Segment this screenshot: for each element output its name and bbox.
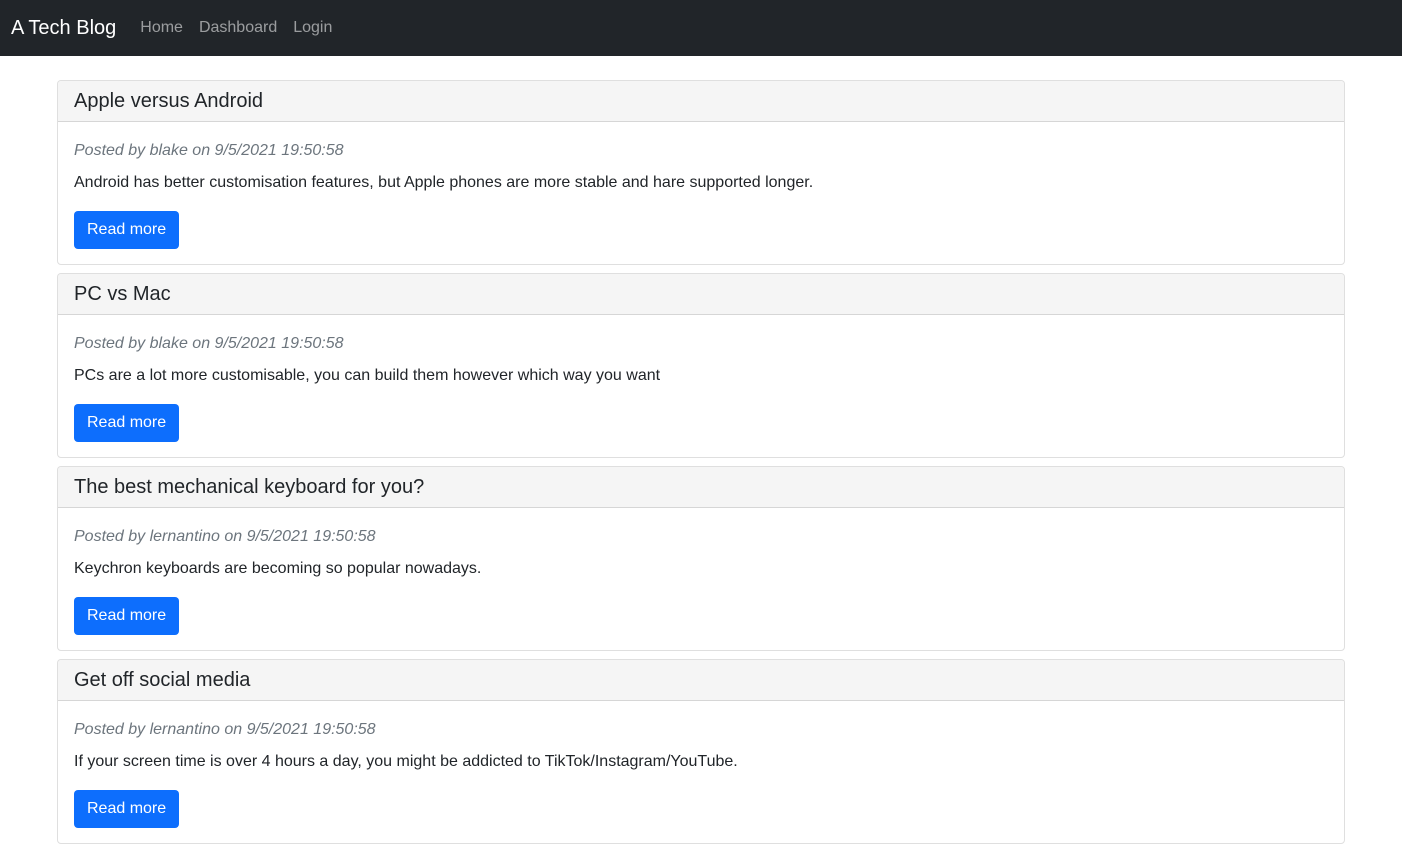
post-title: Apple versus Android bbox=[58, 81, 1344, 122]
post-card: The best mechanical keyboard for you? Po… bbox=[57, 466, 1345, 651]
posts-container: Apple versus Android Posted by blake on … bbox=[57, 80, 1345, 852]
post-title: Get off social media bbox=[58, 660, 1344, 701]
post-meta: Posted by lernantino on 9/5/2021 19:50:5… bbox=[74, 528, 376, 545]
brand-link[interactable]: A Tech Blog bbox=[11, 17, 116, 40]
read-more-button[interactable]: Read more bbox=[74, 404, 180, 442]
read-more-button[interactable]: Read more bbox=[74, 597, 180, 635]
post-title: PC vs Mac bbox=[58, 274, 1344, 315]
top-navbar: A Tech Blog Home Dashboard Login bbox=[0, 0, 1402, 56]
post-title: The best mechanical keyboard for you? bbox=[58, 467, 1344, 508]
post-body: Posted by lernantino on 9/5/2021 19:50:5… bbox=[58, 701, 1344, 843]
read-more-button[interactable]: Read more bbox=[74, 211, 180, 249]
post-content: Keychron keyboards are becoming so popul… bbox=[74, 560, 482, 577]
post-meta: Posted by blake on 9/5/2021 19:50:58 bbox=[74, 142, 344, 159]
nav-link-dashboard[interactable]: Dashboard bbox=[199, 19, 277, 37]
post-content: If your screen time is over 4 hours a da… bbox=[74, 753, 738, 770]
nav-link-home[interactable]: Home bbox=[140, 19, 183, 37]
post-content: PCs are a lot more customisable, you can… bbox=[74, 367, 661, 384]
post-body: Posted by blake on 9/5/2021 19:50:58 PCs… bbox=[58, 315, 1344, 457]
post-card: Get off social media Posted by lernantin… bbox=[57, 659, 1345, 844]
post-body: Posted by lernantino on 9/5/2021 19:50:5… bbox=[58, 508, 1344, 650]
post-card: Apple versus Android Posted by blake on … bbox=[57, 80, 1345, 265]
read-more-button[interactable]: Read more bbox=[74, 790, 180, 828]
post-meta: Posted by blake on 9/5/2021 19:50:58 bbox=[74, 335, 344, 352]
post-card: PC vs Mac Posted by blake on 9/5/2021 19… bbox=[57, 273, 1345, 458]
post-body: Posted by blake on 9/5/2021 19:50:58 And… bbox=[58, 122, 1344, 264]
nav-link-login[interactable]: Login bbox=[293, 19, 332, 37]
post-meta: Posted by lernantino on 9/5/2021 19:50:5… bbox=[74, 721, 376, 738]
post-content: Android has better customisation feature… bbox=[74, 174, 814, 191]
